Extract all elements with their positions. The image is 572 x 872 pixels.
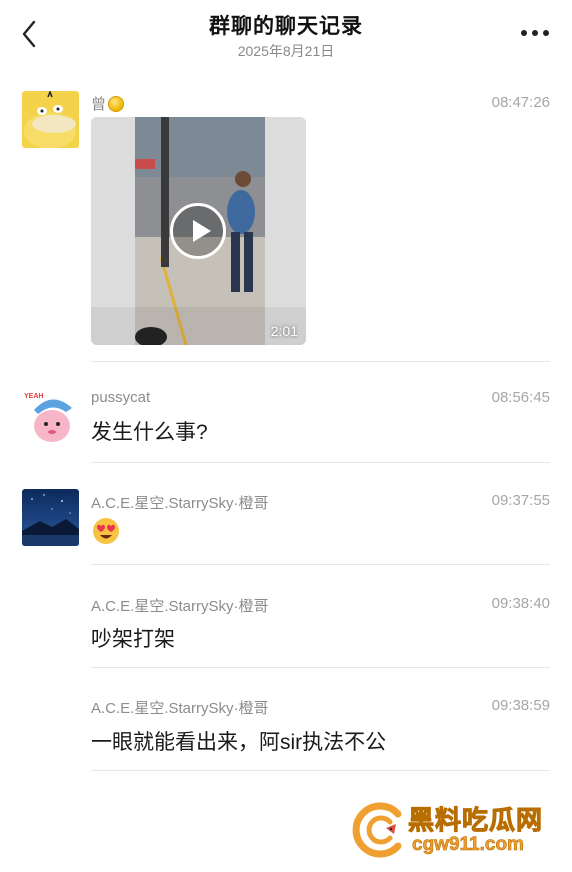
watermark-url: cgw911.com <box>412 834 525 856</box>
message-time: 09:37:55 <box>491 492 550 509</box>
video-duration: 2:01 <box>270 323 298 339</box>
sender-name: 曾 <box>91 93 125 114</box>
heart-eyes-emoji-icon <box>93 518 119 544</box>
watermark: 黑料吃瓜网 cgw911.com <box>352 798 562 866</box>
message-time: 09:38:40 <box>491 595 550 612</box>
watermark-text: 黑料吃瓜网 <box>407 805 544 836</box>
divider <box>91 361 550 362</box>
watermark-logo-icon <box>352 802 402 858</box>
duck-avatar-image <box>22 91 79 148</box>
sender-name: A.C.E.星空.StarrySky·橙哥 <box>91 495 269 512</box>
divider <box>91 462 550 463</box>
sender-name: pussycat <box>91 389 151 406</box>
message-text: 发生什么事? <box>91 421 208 444</box>
message-text: 一眼就能看出来，阿sir执法不公 <box>91 731 387 754</box>
avatar[interactable] <box>22 91 79 148</box>
divider <box>91 667 550 668</box>
avatar[interactable] <box>22 489 79 546</box>
avatar[interactable]: YEAH <box>22 388 79 445</box>
sender-name: A.C.E.星空.StarrySky·橙哥 <box>91 700 269 717</box>
divider <box>91 564 550 565</box>
message-text: 吵架打架 <box>91 628 175 651</box>
starry-sky-avatar-image <box>22 489 79 546</box>
video-message[interactable]: 2:01 <box>91 117 306 345</box>
divider <box>91 770 550 771</box>
svg-text:YEAH: YEAH <box>24 393 43 400</box>
coin-badge-icon <box>108 96 125 112</box>
message-time: 08:47:26 <box>491 94 550 111</box>
message-1: 曾 08:47:26 2:01 <box>0 0 572 362</box>
cartoon-avatar-image: YEAH <box>22 388 79 445</box>
chat-history-page: 群聊的聊天记录 2025年8月21日 曾 08:47:26 2:01 YEAH … <box>0 0 572 872</box>
message-time: 08:56:45 <box>491 389 550 406</box>
play-icon[interactable] <box>170 203 226 259</box>
sender-name: A.C.E.星空.StarrySky·橙哥 <box>91 598 269 615</box>
message-time: 09:38:59 <box>491 697 550 714</box>
